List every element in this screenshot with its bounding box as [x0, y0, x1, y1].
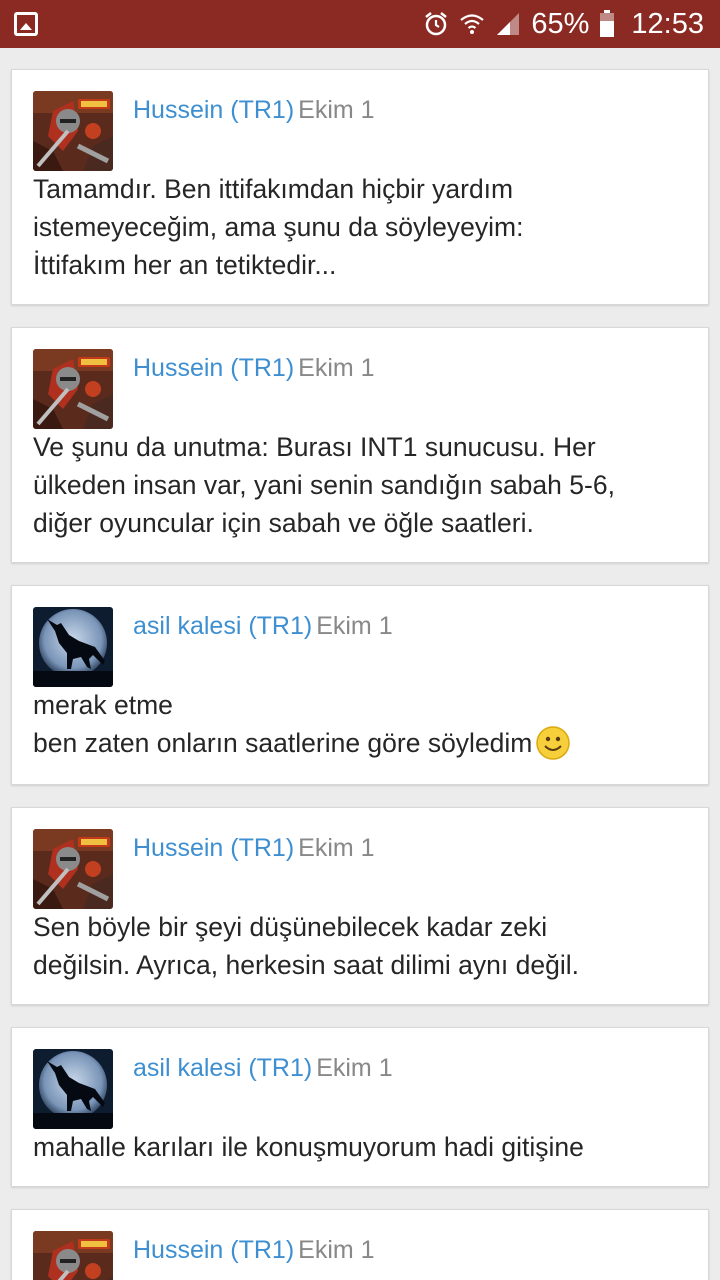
comment-date: Ekim 1 — [298, 834, 375, 862]
comment-meta: asil kalesi (TR1) Ekim 1 — [133, 1052, 393, 1084]
comment-body: Sen böyle bir şeyi düşünebilecek kadar z… — [33, 908, 693, 984]
comment-line: diğer oyuncular için sabah ve öğle saatl… — [33, 508, 534, 538]
empire-warrior-avatar[interactable] — [33, 91, 113, 171]
comment-body: Ve şunu da unutma: Burası INT1 sunucusu.… — [33, 428, 693, 542]
comment-meta: Hussein (TR1) Ekim 1 — [133, 1234, 375, 1266]
battery-icon — [599, 10, 615, 38]
comment-line: değilsin. Ayrıca, herkesin saat dilimi a… — [33, 950, 579, 980]
comment-card: asil kalesi (TR1) Ekim 1 mahalle karıları… — [11, 1027, 709, 1187]
howling-wolf-moon-avatar[interactable] — [33, 607, 113, 687]
comment-body: merak etme ben zaten onların saatlerine … — [33, 686, 693, 770]
status-bar: 65% 12:53 — [0, 0, 720, 48]
comment-body: mahalle karıları ile konuşmuyorum hadi g… — [33, 1128, 693, 1166]
comment-card: Hussein (TR1) Ekim 1 Ve şunu da unutma: B… — [11, 327, 709, 563]
author-link[interactable]: Hussein (TR1) — [133, 1236, 294, 1264]
wifi-icon — [459, 11, 485, 37]
comment-card: Hussein (TR1) Ekim 1 Tamamdır. Ben ittifa… — [11, 69, 709, 305]
author-link[interactable]: asil kalesi (TR1) — [133, 1054, 312, 1082]
comment-card: asil kalesi (TR1) Ekim 1 merak etme ben z… — [11, 585, 709, 785]
author-link[interactable]: asil kalesi (TR1) — [133, 612, 312, 640]
author-link[interactable]: Hussein (TR1) — [133, 354, 294, 382]
comment-line-with-emoji: ben zaten onların saatlerine göre söyled… — [33, 724, 693, 770]
status-bar-right: 65% 12:53 — [423, 0, 704, 48]
comment-card: Hussein (TR1) Ekim 1 — [11, 1209, 709, 1280]
comment-card: Hussein (TR1) Ekim 1 Sen böyle bir şeyi d… — [11, 807, 709, 1005]
signal-icon — [495, 11, 521, 37]
comment-date: Ekim 1 — [316, 612, 393, 640]
empire-warrior-avatar[interactable] — [33, 1231, 113, 1280]
comment-date: Ekim 1 — [298, 96, 375, 124]
comment-body: Tamamdır. Ben ittifakımdan hiçbir yardım… — [33, 170, 693, 284]
comment-meta: asil kalesi (TR1) Ekim 1 — [133, 610, 393, 642]
alarm-icon — [423, 11, 449, 37]
author-link[interactable]: Hussein (TR1) — [133, 834, 294, 862]
comment-date: Ekim 1 — [298, 1236, 375, 1264]
comment-line: İttifakım her an tetiktedir... — [33, 250, 337, 280]
comment-line: istemeyeceğim, ama şunu da söyleyeyim: — [33, 212, 524, 242]
comment-date: Ekim 1 — [316, 1054, 393, 1082]
empire-warrior-avatar[interactable] — [33, 829, 113, 909]
battery-percent: 65% — [531, 8, 590, 40]
author-link[interactable]: Hussein (TR1) — [133, 96, 294, 124]
comment-line-text: ben zaten onların saatlerine göre söyled… — [33, 728, 533, 758]
howling-wolf-moon-avatar[interactable] — [33, 1049, 113, 1129]
comment-line: ülkeden insan var, yani senin sandığın s… — [33, 470, 615, 500]
clock: 12:53 — [631, 7, 704, 40]
comment-meta: Hussein (TR1) Ekim 1 — [133, 94, 375, 126]
empire-warrior-avatar[interactable] — [33, 349, 113, 429]
comment-date: Ekim 1 — [298, 354, 375, 382]
comment-line: mahalle karıları ile konuşmuyorum hadi g… — [33, 1132, 584, 1162]
comment-line: Tamamdır. Ben ittifakımdan hiçbir yardım — [33, 174, 514, 204]
comment-line: merak etme — [33, 690, 173, 720]
comment-meta: Hussein (TR1) Ekim 1 — [133, 352, 375, 384]
comment-line: Ve şunu da unutma: Burası INT1 sunucusu.… — [33, 432, 596, 462]
comment-meta: Hussein (TR1) Ekim 1 — [133, 832, 375, 864]
smiley-emoji — [536, 726, 571, 770]
comment-line: Sen böyle bir şeyi düşünebilecek kadar z… — [33, 912, 548, 942]
gallery-icon — [14, 12, 38, 36]
